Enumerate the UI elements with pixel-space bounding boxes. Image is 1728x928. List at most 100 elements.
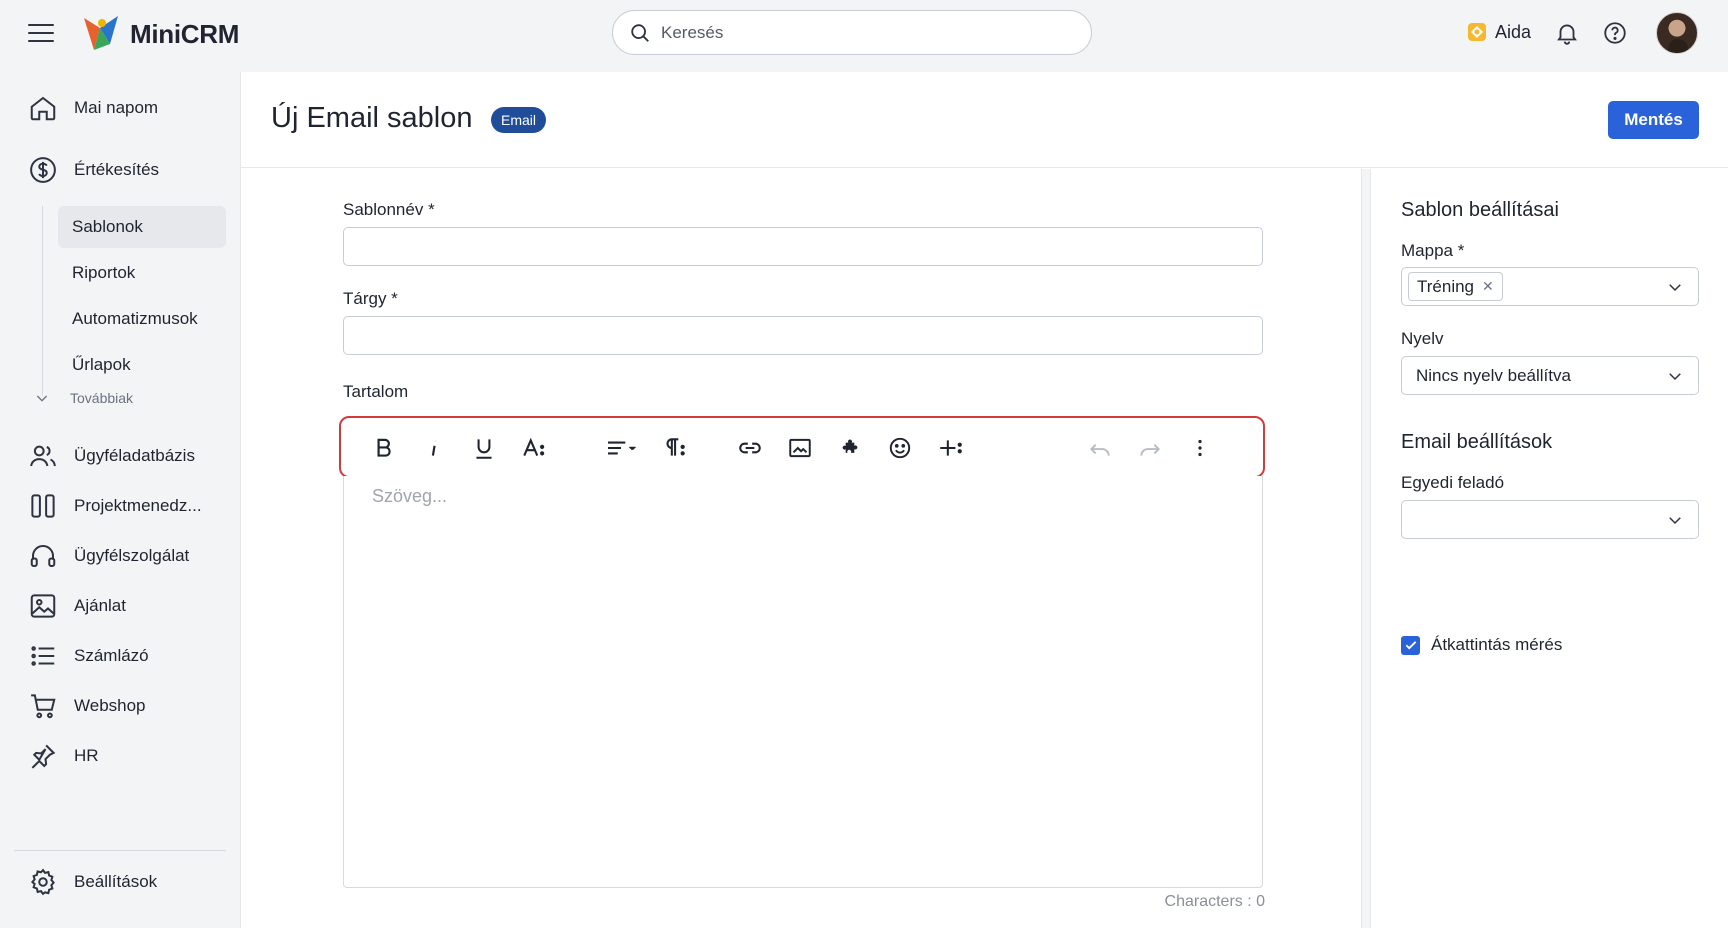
undo-icon[interactable] xyxy=(1085,434,1115,462)
sidebar-subitem-riportok[interactable]: Riportok xyxy=(58,252,226,294)
sender-select[interactable] xyxy=(1401,500,1699,539)
type-badge: Email xyxy=(491,107,547,133)
aida-button[interactable]: Aida xyxy=(1465,20,1531,44)
more-label: Továbbiak xyxy=(70,390,134,406)
content-editor[interactable]: Szöveg... xyxy=(343,476,1263,888)
template-name-label: Sablonnév * xyxy=(343,200,435,219)
list-icon xyxy=(31,646,55,666)
sidebar-item-label: Beállítások xyxy=(74,872,158,891)
language-select[interactable]: Nincs nyelv beállítva xyxy=(1401,356,1699,395)
click-tracking-label: Átkattintás mérés xyxy=(1431,635,1563,654)
folder-chip-label: Tréning xyxy=(1417,276,1475,296)
template-form: Sablonnév * Tárgy * Tartalom Szöveg... C… xyxy=(241,169,1361,928)
sidebar-item-szamlazo[interactable]: Számlázó xyxy=(28,636,149,676)
sidebar-item-hr[interactable]: HR xyxy=(28,736,99,776)
aida-icon xyxy=(1468,23,1486,41)
bold-icon[interactable] xyxy=(369,434,399,462)
paragraph-icon[interactable] xyxy=(659,434,689,462)
sidebar-item-ertekesites[interactable]: Értékesítés xyxy=(28,150,159,190)
click-tracking-row[interactable]: Átkattintás mérés xyxy=(1401,635,1562,655)
image-icon xyxy=(30,594,56,618)
emoji-icon[interactable] xyxy=(885,434,915,462)
redo-icon[interactable] xyxy=(1135,434,1165,462)
text-style-icon[interactable] xyxy=(519,434,549,462)
insert-image-icon[interactable] xyxy=(785,434,815,462)
submenu-line xyxy=(42,206,43,396)
language-value: Nincs nyelv beállítva xyxy=(1416,365,1571,385)
sidebar-subitem-automatizmusok[interactable]: Automatizmusok xyxy=(58,298,226,340)
sidebar-item-label: Mai napom xyxy=(74,98,159,117)
columns-icon xyxy=(31,494,55,518)
sidebar-item-label: Projektmenedz... xyxy=(74,496,202,515)
minicrm-logo-icon xyxy=(84,16,118,50)
sidebar-divider xyxy=(14,850,226,851)
avatar[interactable] xyxy=(1656,12,1698,54)
top-bar: MiniCRM Aida xyxy=(0,0,1728,72)
more-toggle[interactable]: Továbbiak xyxy=(34,390,133,406)
insert-more-icon[interactable] xyxy=(935,434,965,462)
sidebar-item-label: Értékesítés xyxy=(74,160,160,179)
gear-icon xyxy=(30,868,55,896)
page-title: Új Email sablon xyxy=(271,102,473,134)
puzzle-icon[interactable] xyxy=(835,434,865,462)
save-button[interactable]: Mentés xyxy=(1608,101,1699,139)
dollar-icon xyxy=(30,157,56,183)
app-name: MiniCRM xyxy=(130,18,240,49)
folder-chip: Tréning ✕ xyxy=(1408,272,1503,301)
sidebar-item-webshop[interactable]: Webshop xyxy=(28,686,146,726)
underline-icon[interactable] xyxy=(469,434,499,462)
chevron-down-icon xyxy=(1669,373,1681,381)
sidebar-item-mai-napom[interactable]: Mai napom xyxy=(28,88,158,128)
template-name-input[interactable] xyxy=(343,227,1263,266)
sidebar-subitem-label: Sablonok xyxy=(72,217,143,236)
sidebar-item-label: Ajánlat xyxy=(74,596,126,615)
link-icon[interactable] xyxy=(735,434,765,462)
align-icon[interactable] xyxy=(601,434,641,462)
users-icon xyxy=(30,445,56,467)
sidebar: Mai napom Értékesítés Sablonok Riportok … xyxy=(0,72,240,928)
menu-icon[interactable] xyxy=(28,24,54,44)
bell-icon[interactable] xyxy=(1554,20,1580,46)
italic-icon[interactable] xyxy=(419,434,449,462)
sidebar-item-ugyfelszolgalat[interactable]: Ügyfélszolgálat xyxy=(28,536,189,576)
sidebar-item-label: Webshop xyxy=(74,696,146,715)
content-label: Tartalom xyxy=(343,382,409,401)
sidebar-subitem-sablonok[interactable]: Sablonok xyxy=(58,206,226,248)
sidebar-item-projektmenedzsment[interactable]: Projektmenedz... xyxy=(28,486,202,526)
sidebar-item-label: Ügyfélszolgálat xyxy=(74,546,190,565)
search-icon xyxy=(631,23,649,42)
sidebar-subitem-label: Automatizmusok xyxy=(72,309,198,328)
more-vertical-icon[interactable] xyxy=(1185,434,1215,462)
sidebar-item-label: Számlázó xyxy=(74,646,149,665)
sidebar-item-ugyfeladatbazis[interactable]: Ügyféladatbázis xyxy=(28,436,195,476)
sidebar-subitem-urlapok[interactable]: Űrlapok xyxy=(58,344,226,386)
editor-toolbar xyxy=(339,416,1265,478)
aida-label: Aida xyxy=(1495,21,1532,42)
template-settings-title: Sablon beállításai xyxy=(1401,199,1559,221)
sidebar-item-beallitasok[interactable]: Beállítások xyxy=(28,862,157,902)
help-icon[interactable] xyxy=(1602,20,1628,46)
home-icon xyxy=(30,96,56,121)
click-tracking-checkbox[interactable] xyxy=(1401,635,1420,655)
main-panel: Új Email sablon Email Mentés Sablonnév *… xyxy=(240,72,1728,928)
sidebar-item-label: HR xyxy=(74,746,99,765)
search-bar[interactable] xyxy=(612,10,1092,55)
logo[interactable]: MiniCRM xyxy=(80,14,239,54)
sidebar-subitem-label: Űrlapok xyxy=(72,355,131,374)
sidebar-item-ajanlat[interactable]: Ajánlat xyxy=(28,586,126,626)
language-label: Nyelv xyxy=(1401,329,1444,348)
character-count: Characters : 0 xyxy=(1164,893,1265,910)
pin-icon xyxy=(31,744,56,769)
search-input[interactable] xyxy=(661,22,1041,43)
settings-panel: Sablon beállításai Mappa * Tréning ✕ Nye… xyxy=(1371,169,1728,928)
subject-label: Tárgy * xyxy=(343,289,398,308)
folder-select[interactable]: Tréning ✕ xyxy=(1401,267,1699,306)
close-icon[interactable]: ✕ xyxy=(1482,278,1494,295)
email-settings-title: Email beállítások xyxy=(1401,431,1553,453)
checkmark-icon xyxy=(1405,641,1416,650)
editor-placeholder: Szöveg... xyxy=(372,486,448,506)
panel-divider xyxy=(1361,169,1371,928)
headphones-icon xyxy=(30,545,56,567)
chevron-down-icon xyxy=(1669,517,1681,525)
subject-input[interactable] xyxy=(343,316,1263,355)
